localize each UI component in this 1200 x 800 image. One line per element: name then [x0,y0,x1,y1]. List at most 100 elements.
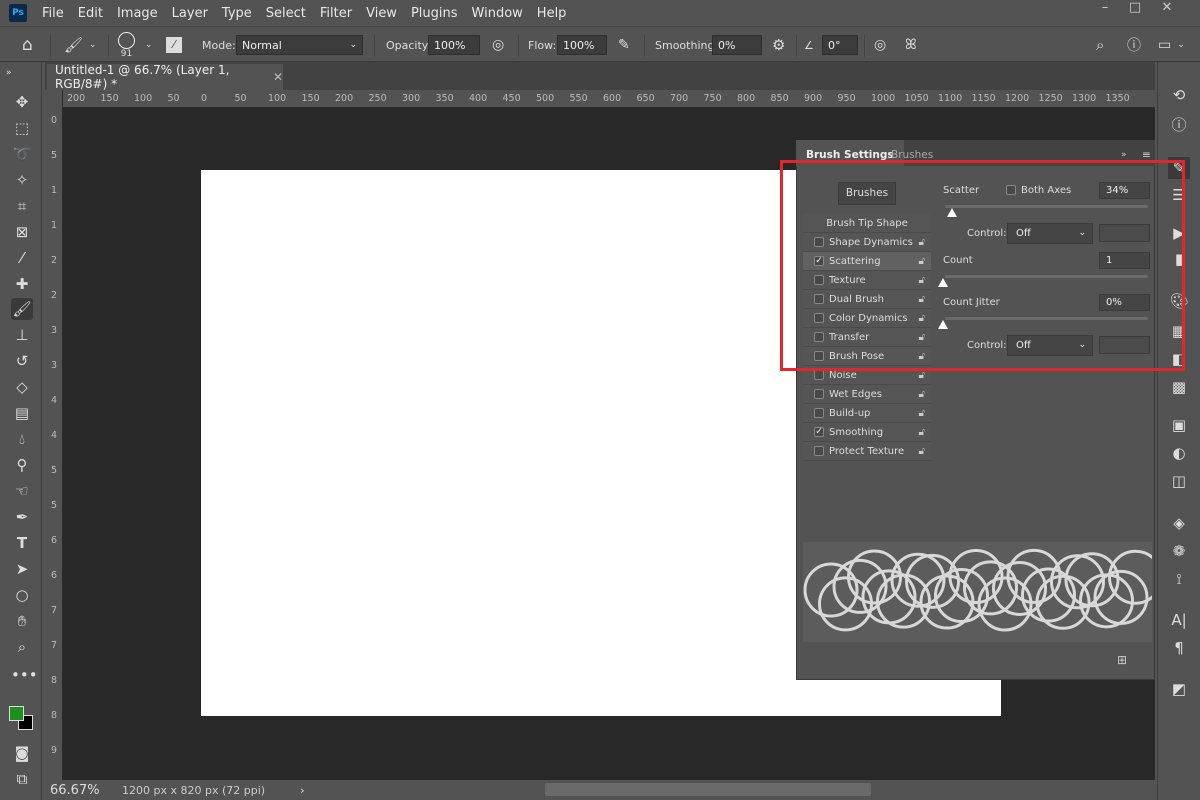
menu-layer[interactable]: Layer [165,6,215,21]
quick-mask-icon[interactable]: ◙ [11,742,33,764]
airbrush-icon[interactable]: ✎ [618,27,630,63]
marquee-tool-icon[interactable]: ⬚ [11,117,33,139]
mode-select[interactable]: Normal ⌄ [236,35,363,55]
hand-tool-icon[interactable]: ✋︎ [11,610,33,632]
lasso-tool-icon[interactable]: ➰ [11,143,33,165]
workspace-icon[interactable]: ▭ ⌄ [1158,27,1185,63]
brush-preset-icon[interactable]: 🖌︎ ⌄ [64,27,97,63]
magic-wand-tool-icon[interactable]: ✧ [11,169,33,191]
close-tab-icon[interactable]: ✕ [273,70,283,84]
brush-option-protect-texture[interactable]: Protect Texture 🔓︎ [803,442,931,461]
ruler-tick-label: 4 [51,430,58,441]
channels-icon[interactable]: ❁ [1168,540,1190,562]
pressure-opacity-icon[interactable]: ◎ [492,27,504,63]
gear-icon[interactable]: ⚙ [772,27,785,63]
smoothing-input[interactable]: 0% [712,35,762,55]
menu-window[interactable]: Window [465,6,530,21]
status-arrow-icon[interactable]: › [300,784,304,797]
opacity-input[interactable]: 100% [428,35,480,55]
brush-option-smoothing[interactable]: ✓ Smoothing 🔓︎ [803,423,931,442]
ellipse-tool-icon[interactable]: ○ [11,584,33,606]
move-tool-icon[interactable]: ✥ [11,91,33,113]
menu-filter[interactable]: Filter [313,6,359,21]
character-icon[interactable]: A| [1168,609,1190,631]
layers-icon[interactable]: ◈ [1168,512,1190,534]
home-icon[interactable]: ⌂ [22,27,33,63]
brush-settings-toggle-icon[interactable]: ⁄ [166,27,182,63]
history-brush-tool-icon[interactable]: ↺ [11,350,33,372]
ruler-tick-label: 9 [51,745,58,756]
angle-input[interactable]: 0° [822,35,858,55]
checkbox[interactable] [814,408,824,418]
lock-icon[interactable]: 🔓︎ [919,370,925,381]
brush-size-picker[interactable]: 91 [118,27,135,63]
pen-tool-icon[interactable]: ✒ [11,506,33,528]
lock-icon[interactable]: 🔓︎ [919,427,925,438]
document-tab[interactable]: Untitled-1 @ 66.7% (Layer 1, RGB/8#) * ✕ [47,63,283,91]
flow-input[interactable]: 100% [557,35,607,55]
checkbox[interactable] [814,389,824,399]
paragraph-icon[interactable]: ¶ [1168,637,1190,659]
dodge-tool-icon[interactable]: ⚲ [11,454,33,476]
more-tools-icon[interactable]: ••• [11,664,38,686]
healing-brush-tool-icon[interactable]: ✚ [11,273,33,295]
minimize-icon[interactable]: – [1090,0,1120,22]
menu-edit[interactable]: Edit [71,6,110,21]
lock-icon[interactable]: 🔓︎ [919,408,925,419]
properties-icon[interactable]: ▣ [1168,414,1190,436]
new-brush-icon[interactable]: ⊞ [1117,653,1127,667]
menu-file[interactable]: File [35,6,71,21]
history-icon[interactable]: ⟲ [1168,84,1190,106]
eyedropper-tool-icon[interactable]: ⁄ [11,247,33,269]
maximize-icon[interactable]: □ [1120,0,1150,22]
close-icon[interactable]: ✕ [1152,0,1182,22]
search-icon[interactable]: ⌕ [1096,27,1104,63]
ruler-tick-label: 100 [134,93,153,104]
blur-tool-icon[interactable]: 💧︎ [11,428,33,450]
crop-tool-icon[interactable]: ⌗ [11,195,33,217]
type-tool-icon[interactable]: T [11,532,33,554]
zoom-level[interactable]: 66.67% [50,783,122,798]
checkbox[interactable] [814,370,824,380]
menu-plugins[interactable]: Plugins [404,6,465,21]
menu-image[interactable]: Image [110,6,165,21]
menu-type[interactable]: Type [215,6,259,21]
horizontal-scrollbar[interactable] [545,783,871,796]
masks-icon[interactable]: ◫ [1168,470,1190,492]
help-icon[interactable]: ⓘ [1127,27,1141,63]
collapse-icon[interactable]: » [6,62,28,84]
checkbox[interactable]: ✓ [814,427,824,437]
ruler-tick-label: 450 [502,93,521,104]
adjustments-icon[interactable]: ◐ [1168,442,1190,464]
brush-option-build-up[interactable]: Build-up 🔓︎ [803,404,931,423]
symmetry-butterfly-icon[interactable]: ꕤ [905,27,917,63]
brush-tool-icon[interactable]: 🖌︎ [11,298,33,320]
highlight-rectangle [780,160,1185,371]
gradient-tool-icon[interactable]: ▤ [11,402,33,424]
menu-select[interactable]: Select [259,6,313,21]
ruler-tick-label: 7 [51,640,58,651]
lock-icon[interactable]: 🔓︎ [919,446,925,457]
notes-icon[interactable]: ◩ [1168,678,1190,700]
screen-mode-icon[interactable]: ⧉ [11,768,33,790]
stamp-tool-icon[interactable]: ⊥ [11,324,33,346]
pressure-size-icon[interactable]: ◎ [874,27,886,63]
foreground-color-swatch[interactable] [9,706,24,721]
brush-option-wet-edges[interactable]: Wet Edges 🔓︎ [803,385,931,404]
patterns-icon[interactable]: ▩ [1168,376,1190,398]
checkbox[interactable] [814,446,824,456]
ruler-tick-label: 900 [804,93,823,104]
path-selection-tool-icon[interactable]: ➤ [11,558,33,580]
chevron-down-icon[interactable]: ⌄ [145,27,153,63]
zoom-tool-icon[interactable]: ⌕ [11,636,33,658]
smudge-tool-icon[interactable]: ☜ [11,480,33,502]
menu-help[interactable]: Help [530,6,574,21]
lock-icon[interactable]: 🔓︎ [919,389,925,400]
ruler-tick-label: 250 [368,93,387,104]
eraser-tool-icon[interactable]: ◇ [11,376,33,398]
info-icon[interactable]: ⓘ [1168,114,1190,136]
frame-tool-icon[interactable]: ⊠ [11,221,33,243]
menu-view[interactable]: View [359,6,404,21]
paths-icon[interactable]: ⟟ [1168,568,1190,590]
mode-value: Normal [242,38,282,52]
